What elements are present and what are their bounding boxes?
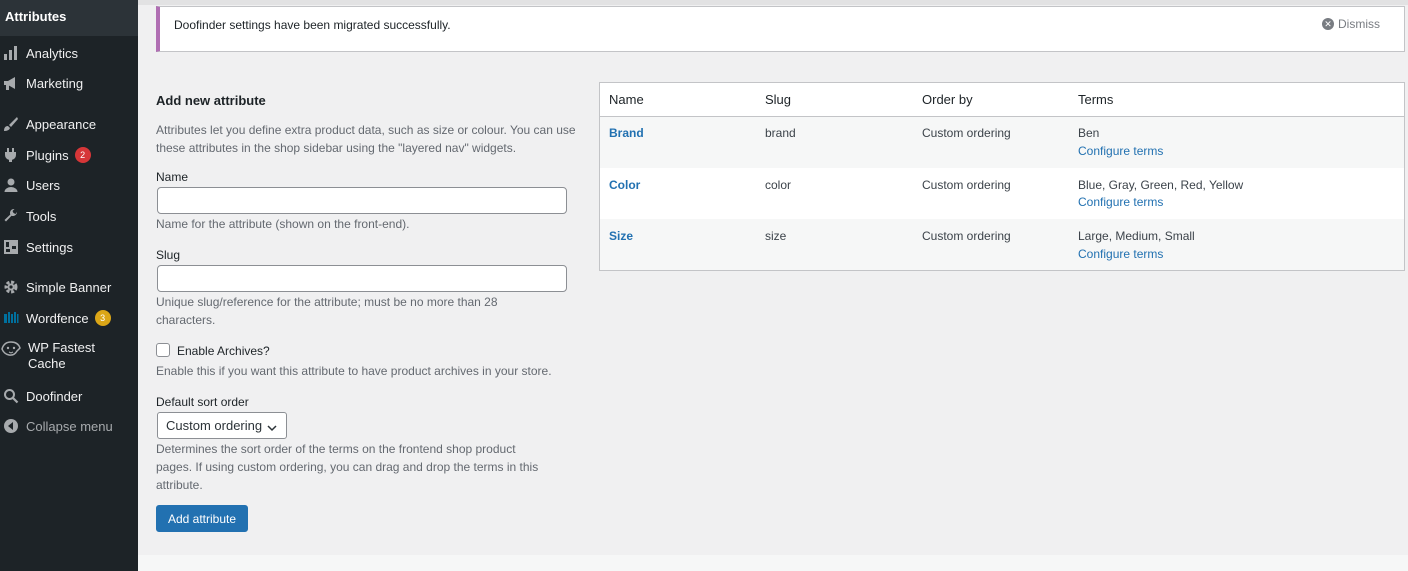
table-row: Color color Custom ordering Blue, Gray, … (600, 168, 1404, 219)
column-header-name[interactable]: Name (609, 92, 644, 107)
column-header-terms[interactable]: Terms (1078, 92, 1113, 107)
notice-text: Doofinder settings have been migrated su… (174, 18, 451, 32)
sidebar-item-wp-fastest-cache[interactable]: WP Fastest Cache (0, 340, 138, 374)
sidebar-item-label-group: WP Fastest Cache (28, 340, 95, 372)
sidebar-item-label: Doofinder (26, 388, 83, 404)
archives-help: Enable this if you want this attribute t… (156, 364, 552, 378)
attribute-slug: size (765, 229, 787, 243)
attribute-order: Custom ordering (922, 126, 1011, 140)
configure-terms-link[interactable]: Configure terms (1078, 144, 1163, 158)
wordfence-alert-badge: 3 (94, 310, 111, 326)
sidebar-item-label: Marketing (26, 75, 84, 91)
name-help: Name for the attribute (shown on the fro… (156, 217, 410, 231)
sidebar-item-label: Analytics (26, 45, 79, 61)
collapse-icon (2, 417, 20, 435)
sidebar-item-settings[interactable]: Settings (0, 238, 138, 256)
sidebar-item-plugins[interactable]: Plugins 2 (0, 146, 138, 164)
sort-order-help-line1: Determines the sort order of the terms o… (156, 442, 516, 456)
name-label: Name (156, 170, 189, 184)
footer-strip (138, 555, 1408, 571)
slug-help: Unique slug/reference for the attribute;… (156, 293, 498, 329)
table-header: Name Slug Order by Terms (600, 83, 1404, 117)
add-attribute-button[interactable]: Add attribute (156, 505, 248, 532)
attribute-name-link[interactable]: Size (609, 229, 633, 243)
attribute-order: Custom ordering (922, 229, 1011, 243)
table-row: Brand brand Custom ordering Ben Configur… (600, 117, 1404, 168)
sidebar-item-appearance[interactable]: Appearance (0, 115, 138, 133)
bar-chart-icon (2, 44, 20, 62)
plugin-icon (2, 146, 20, 164)
column-header-order-by[interactable]: Order by (922, 92, 973, 107)
sort-order-help: Determines the sort order of the terms o… (156, 440, 538, 494)
chevron-down-icon (267, 421, 277, 436)
sort-order-value: Custom ordering (166, 418, 263, 433)
enable-archives-label: Enable Archives? (177, 344, 270, 358)
slug-help-line1: Unique slug/reference for the attribute;… (156, 295, 498, 309)
slug-input[interactable] (157, 265, 567, 292)
megaphone-icon (2, 74, 20, 92)
name-input[interactable] (157, 187, 567, 214)
sidebar-item-label: Collapse menu (26, 418, 113, 434)
sidebar-item-label: Appearance (26, 116, 97, 132)
sidebar-item-label: Simple Banner (26, 279, 112, 295)
sidebar-item-label: Plugins (26, 147, 69, 163)
form-intro-line2: these attributes in the shop sidebar usi… (156, 141, 517, 155)
sort-order-label: Default sort order (156, 395, 249, 409)
form-intro: Attributes let you define extra product … (156, 121, 576, 157)
sidebar-item-label: WP Fastest (28, 340, 95, 355)
sidebar-current-label: Attributes (5, 9, 67, 24)
sidebar-item-users[interactable]: Users (0, 176, 138, 194)
sort-order-select[interactable]: Custom ordering (157, 412, 287, 439)
configure-terms-link[interactable]: Configure terms (1078, 195, 1163, 209)
form-intro-line1: Attributes let you define extra product … (156, 123, 576, 137)
sort-order-help-line2: pages. If using custom ordering, you can… (156, 460, 539, 474)
migration-notice: Doofinder settings have been migrated su… (156, 6, 1405, 52)
sidebar-item-wordfence[interactable]: Wordfence 3 (0, 309, 138, 327)
attribute-terms: Blue, Gray, Green, Red, Yellow (1078, 178, 1244, 192)
wordfence-icon (2, 309, 20, 327)
close-circle-icon: ✕ (1322, 18, 1334, 30)
configure-terms-link[interactable]: Configure terms (1078, 247, 1163, 261)
sidebar-item-tools[interactable]: Tools (0, 207, 138, 225)
attribute-slug: brand (765, 126, 796, 140)
column-header-slug[interactable]: Slug (765, 92, 791, 107)
sidebar-item-label: Settings (26, 239, 73, 255)
wrench-icon (2, 207, 20, 225)
enable-archives-checkbox[interactable] (156, 343, 170, 357)
attribute-slug: color (765, 178, 792, 192)
cheetah-icon (0, 340, 22, 358)
slug-help-line2: characters. (156, 313, 216, 327)
sidebar-item-analytics[interactable]: Analytics (0, 44, 138, 62)
sidebar-item-label: Users (26, 177, 60, 193)
slug-label: Slug (156, 248, 181, 262)
attribute-name-link[interactable]: Color (609, 178, 640, 192)
attribute-order: Custom ordering (922, 178, 1011, 192)
attribute-terms: Ben (1078, 126, 1100, 140)
sidebar-item-marketing[interactable]: Marketing (0, 74, 138, 92)
admin-sidebar: Attributes Analytics Marketing Appearanc… (0, 0, 138, 571)
attribute-name-link[interactable]: Brand (609, 126, 644, 140)
search-icon (2, 387, 20, 405)
sidebar-item-doofinder[interactable]: Doofinder (0, 387, 138, 405)
paintbrush-icon (2, 115, 20, 133)
table-row: Size size Custom ordering Large, Medium,… (600, 219, 1404, 270)
sidebar-current-item[interactable]: Attributes (0, 0, 138, 36)
attribute-terms: Large, Medium, Small (1078, 229, 1195, 243)
form-title: Add new attribute (156, 93, 266, 108)
sidebar-item-label: Wordfence (26, 310, 89, 326)
dismiss-button[interactable]: ✕ Dismiss (1322, 17, 1380, 31)
gear-icon (2, 278, 20, 296)
collapse-menu-button[interactable]: Collapse menu (0, 417, 138, 435)
top-strip (138, 0, 1408, 5)
sort-order-help-line3: attribute. (156, 478, 203, 492)
sidebar-item-label-line2: Cache (28, 356, 66, 371)
sidebar-item-label: Tools (26, 208, 57, 224)
sidebar-item-simple-banner[interactable]: Simple Banner (0, 278, 138, 296)
plugins-update-badge: 2 (74, 147, 91, 163)
dismiss-label: Dismiss (1338, 17, 1380, 31)
attributes-table: Name Slug Order by Terms Brand brand Cus… (599, 82, 1405, 271)
user-icon (2, 176, 20, 194)
main-content: Doofinder settings have been migrated su… (138, 0, 1408, 571)
settings-icon (2, 238, 20, 256)
